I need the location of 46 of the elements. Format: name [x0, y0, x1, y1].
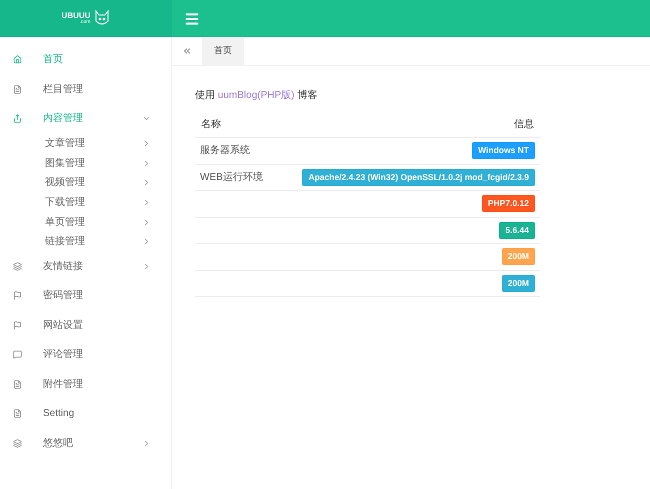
info-badge: 200M — [502, 274, 535, 292]
submenu-item[interactable]: 链接管理 — [0, 232, 171, 252]
chevron-right-icon — [142, 158, 151, 168]
sidebar-item[interactable]: 栏目管理 — [0, 74, 171, 104]
flag-icon — [13, 320, 22, 330]
flag-icon — [13, 291, 22, 300]
info-badge: Windows NT — [472, 142, 535, 160]
table-cell-text: 服务器系统 — [200, 144, 251, 158]
sidebar-item[interactable]: 友情链接 — [0, 252, 171, 282]
submenu-item[interactable]: 视频管理 — [0, 172, 171, 193]
column-header: 名称 — [201, 118, 222, 132]
tab[interactable]: 首页 — [202, 37, 244, 65]
layers-icon — [13, 438, 22, 448]
sidebar-item[interactable]: Setting — [0, 399, 171, 429]
info-badge: 200M — [502, 248, 535, 266]
home-icon — [13, 55, 22, 64]
document-icon — [13, 84, 22, 94]
sidebar-item[interactable]: 悠悠吧 — [0, 428, 171, 458]
document-icon — [13, 409, 22, 418]
comment-icon — [13, 350, 22, 360]
intro-text: 使用 uumBlog(PHP版) 博客 — [195, 88, 318, 103]
info-badge: PHP7.0.12 — [482, 195, 535, 212]
logo-text: UBUUU — [62, 12, 90, 20]
sidebar-item[interactable]: 网站设置 — [0, 310, 171, 340]
table-cell-text: WEB运行环境 — [200, 170, 264, 185]
sidebar-item[interactable]: 附件管理 — [0, 370, 171, 400]
document-icon — [13, 380, 22, 389]
submenu-item[interactable]: 图集管理 — [0, 153, 171, 173]
sidebar-item[interactable]: 密码管理 — [0, 281, 171, 311]
info-badge: 5.6.44 — [499, 222, 535, 239]
chevron-right-icon — [142, 218, 151, 227]
chevron-right-icon — [142, 198, 151, 207]
chevron-right-icon — [142, 237, 151, 246]
sidebar-item[interactable]: 评论管理 — [0, 340, 171, 370]
share-icon — [13, 114, 22, 124]
chevron-right-icon — [142, 138, 151, 148]
blog-link[interactable]: uumBlog(PHP版) — [218, 90, 294, 101]
column-header: 信息 — [514, 118, 534, 132]
submenu-item[interactable]: 单页管理 — [0, 212, 171, 232]
submenu-item[interactable]: 下载管理 — [0, 192, 171, 212]
submenu-item[interactable]: 文章管理 — [0, 134, 171, 154]
info-badge: Apache/2.4.23 (Win32) OpenSSL/1.0.2j mod_fcgid/2.3.9 — [302, 168, 535, 186]
menu-button[interactable] — [184, 10, 200, 26]
chevron-right-icon — [142, 178, 151, 188]
layers-icon — [13, 262, 22, 271]
double-chevron-left-icon — [182, 46, 192, 56]
